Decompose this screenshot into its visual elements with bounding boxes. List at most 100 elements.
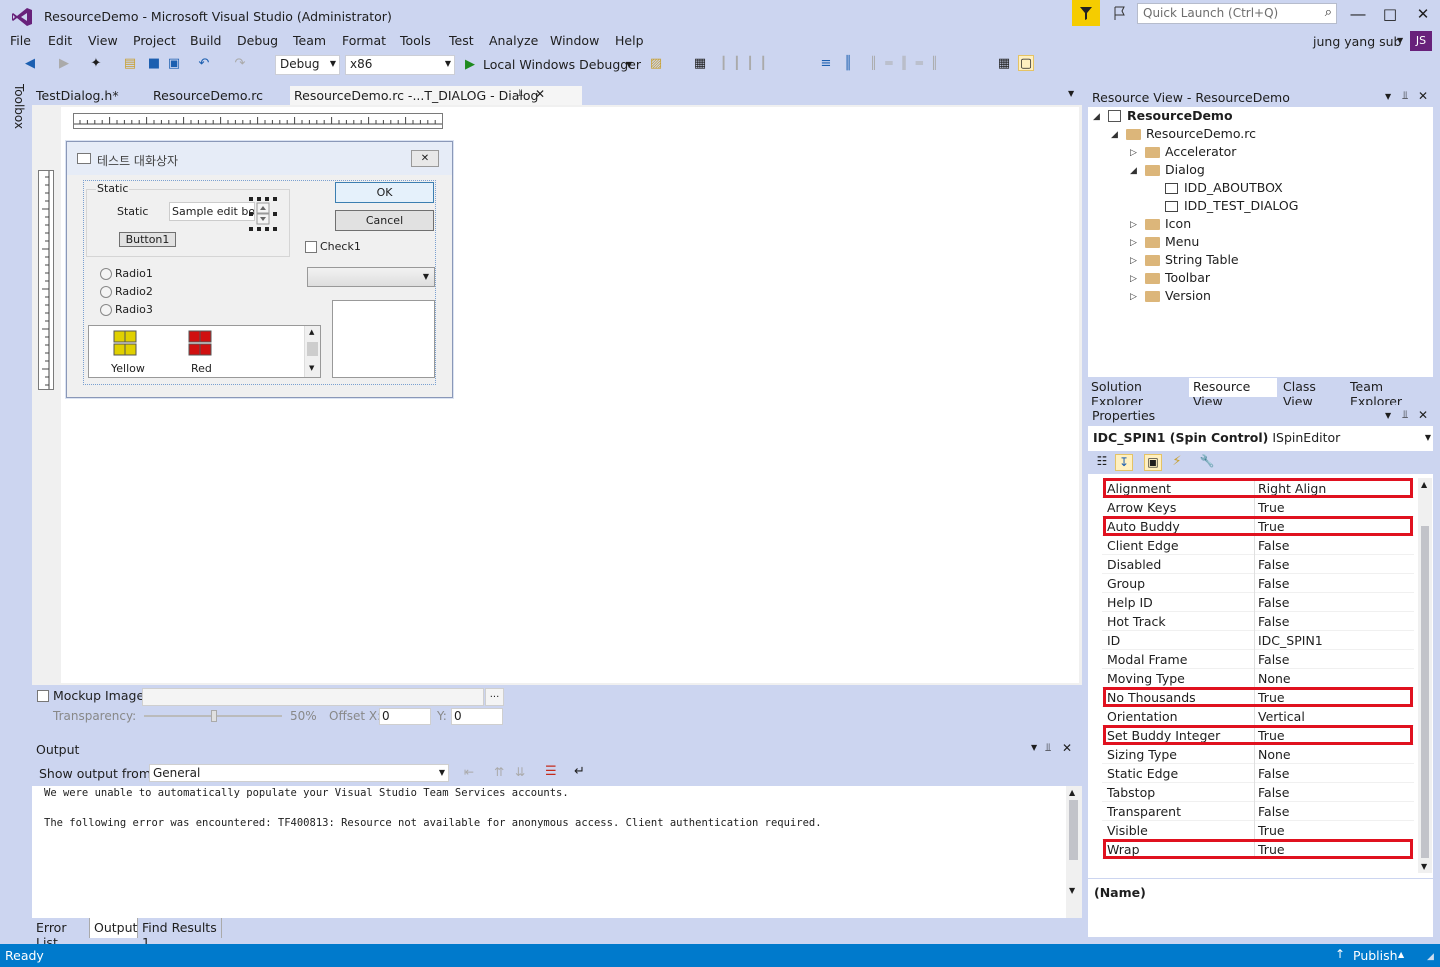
tree-idd-test-dialog[interactable]: IDD_TEST_DIALOG (1184, 198, 1298, 213)
redo-icon[interactable]: ↷ (232, 56, 248, 72)
close-tab-icon[interactable]: ✕ (535, 87, 545, 101)
expand-version-icon[interactable]: ▷ (1130, 292, 1137, 302)
menu-analyze[interactable]: Analyze (489, 33, 538, 48)
toolbox-tab[interactable]: Toolbox (8, 84, 26, 144)
output-scroll-up-icon[interactable]: ▲ (1069, 788, 1075, 797)
property-value[interactable]: False (1258, 614, 1289, 629)
resource-view-menu-icon[interactable]: ▼ (1385, 92, 1391, 101)
tab-resourcedemo-rc[interactable]: ResourceDemo.rc (149, 86, 284, 105)
center-horizontal-icon[interactable]: ║ (840, 56, 856, 72)
tree-icon[interactable]: Icon (1165, 216, 1191, 231)
properties-scroll-thumb[interactable] (1421, 526, 1429, 858)
next-message-icon[interactable]: ⇊ (515, 765, 525, 779)
radio2-button[interactable] (100, 286, 112, 298)
radio3-button[interactable] (100, 304, 112, 316)
clear-all-icon[interactable]: ☰ (545, 764, 557, 779)
property-row[interactable]: Hot Track False (1102, 612, 1414, 631)
undo-icon[interactable]: ↶ (196, 56, 212, 72)
tree-accelerator[interactable]: Accelerator (1165, 144, 1236, 159)
property-row[interactable]: ID IDC_SPIN1 (1102, 631, 1414, 650)
browse-button[interactable]: ... (485, 688, 504, 706)
avatar[interactable]: JS (1410, 31, 1432, 51)
save-all-icon[interactable]: ▣ (166, 56, 182, 72)
output-scroll-down-icon[interactable]: ▼ (1069, 886, 1075, 895)
tree-menu[interactable]: Menu (1165, 234, 1199, 249)
property-value[interactable]: True (1258, 823, 1285, 838)
property-value[interactable]: IDC_SPIN1 (1258, 633, 1323, 648)
search-icon[interactable]: ⌕ (1325, 5, 1332, 20)
check1-checkbox[interactable] (305, 241, 317, 253)
menu-file[interactable]: File (10, 33, 31, 48)
cancel-button[interactable]: Cancel (335, 210, 434, 231)
tree-version[interactable]: Version (1165, 288, 1211, 303)
new-project-icon[interactable]: ✦ (88, 56, 104, 72)
properties-scroll-up-icon[interactable]: ▲ (1421, 480, 1427, 489)
property-row[interactable]: Tabstop False (1102, 783, 1414, 802)
property-row[interactable]: Wrap True (1102, 839, 1414, 859)
word-wrap-icon[interactable]: ↵ (574, 764, 585, 779)
property-row[interactable]: Visible True (1102, 821, 1414, 840)
properties-scrollbar[interactable]: ▲ ▼ (1418, 478, 1432, 873)
property-row[interactable]: Group False (1102, 574, 1414, 593)
properties-view-icon[interactable]: ▣ (1144, 454, 1162, 471)
goto-message-icon[interactable]: ⇤ (464, 765, 474, 779)
pin-tab-icon[interactable]: ⫫ (518, 88, 524, 99)
property-value[interactable]: False (1258, 804, 1289, 819)
tab-error-list[interactable]: Error List (32, 918, 90, 950)
property-row[interactable]: Orientation Vertical (1102, 707, 1414, 726)
list-control[interactable]: Yellow Red ▲ ▼ (88, 325, 321, 378)
notification-filter-icon[interactable] (1072, 0, 1100, 26)
tree-toolbar[interactable]: Toolbar (1165, 270, 1210, 285)
property-row[interactable]: Disabled False (1102, 555, 1414, 574)
combo-box[interactable]: ▼ (307, 267, 435, 287)
tree-rc-file[interactable]: ResourceDemo.rc (1146, 126, 1256, 141)
tab-class-view[interactable]: Class View (1279, 378, 1347, 409)
control-events-icon[interactable]: ⚡ (1168, 454, 1186, 471)
list-box[interactable] (332, 300, 435, 378)
categorized-icon[interactable]: ☷ (1093, 454, 1111, 471)
output-pin-icon[interactable]: ⫫ (1045, 741, 1051, 755)
static-label[interactable]: Static (117, 205, 148, 218)
output-text[interactable]: We were unable to automatically populate… (32, 786, 1066, 918)
expand-string-table-icon[interactable]: ▷ (1130, 256, 1137, 266)
sample-edit-box[interactable]: Sample edit box (169, 202, 255, 221)
menu-format[interactable]: Format (342, 33, 386, 48)
output-menu-icon[interactable]: ▼ (1031, 743, 1037, 752)
horizontal-ruler[interactable] (73, 113, 443, 129)
tab-resource-view[interactable]: Resource View (1189, 378, 1277, 409)
yellow-item-label[interactable]: Yellow (111, 362, 145, 375)
property-row[interactable]: Static Edge False (1102, 764, 1414, 783)
user-dropdown-icon[interactable]: ▼ (1397, 36, 1403, 45)
property-value[interactable]: Vertical (1258, 709, 1305, 724)
property-row[interactable]: No Thousands True (1102, 687, 1414, 707)
property-row[interactable]: Auto Buddy True (1102, 516, 1414, 536)
property-value[interactable]: False (1258, 576, 1289, 591)
resource-view-close-icon[interactable]: ✕ (1418, 89, 1428, 103)
expand-rc-icon[interactable]: ◢ (1111, 130, 1118, 140)
guides-icon[interactable]: ▢ (1018, 55, 1034, 71)
prev-message-icon[interactable]: ⇈ (494, 765, 504, 779)
spin-control[interactable] (249, 197, 277, 231)
user-name[interactable]: jung yang sub (1313, 34, 1401, 49)
mockup-image-checkbox[interactable] (37, 690, 49, 702)
menu-window[interactable]: Window (550, 33, 599, 48)
output-source-select[interactable]: General ▼ (149, 764, 449, 782)
property-value[interactable]: False (1258, 652, 1289, 667)
scroll-up-icon[interactable]: ▲ (309, 328, 314, 336)
spacing-tools-icon[interactable]: ║═║═║ (870, 56, 990, 72)
minimize-button[interactable]: ― (1345, 4, 1371, 24)
center-vertical-icon[interactable]: ≡ (818, 56, 834, 72)
align-tools-icon[interactable]: ┃┃┃┃ (720, 56, 810, 72)
property-value[interactable]: False (1258, 785, 1289, 800)
expand-accelerator-icon[interactable]: ▷ (1130, 148, 1137, 158)
property-row[interactable]: Alignment Right Align (1102, 478, 1414, 498)
property-row[interactable]: Client Edge False (1102, 536, 1414, 555)
tab-output[interactable]: Output (90, 918, 138, 938)
debugger-dropdown-icon[interactable]: ▼ (626, 60, 632, 69)
transparency-slider-thumb[interactable] (211, 710, 217, 722)
offset-y-input[interactable]: 0 (451, 708, 503, 725)
properties-object-select[interactable]: IDC_SPIN1 (Spin Control) ISpinEditor ▼ (1088, 428, 1435, 448)
close-button[interactable]: ✕ (1410, 4, 1436, 24)
property-row[interactable]: Transparent False (1102, 802, 1414, 821)
properties-scroll-down-icon[interactable]: ▼ (1421, 862, 1427, 871)
